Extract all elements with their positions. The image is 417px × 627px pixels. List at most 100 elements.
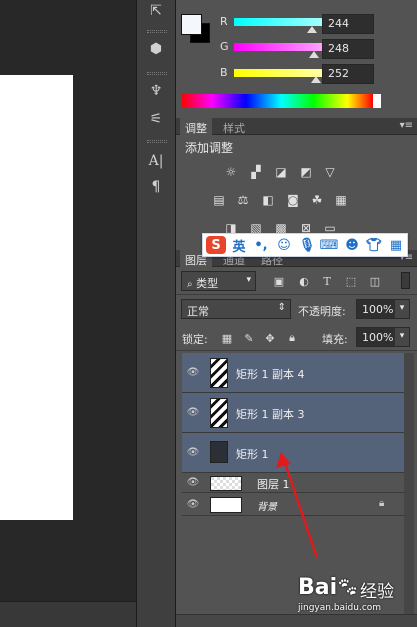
chevron-down-icon[interactable]: ▾ [395,328,409,346]
adjustments-tab-bar: 调整 样式 ▾≡ [176,118,417,135]
red-label: R [220,15,228,28]
curves-icon[interactable]: ◪ [272,164,290,180]
baidu-jingyan-watermark: Bai 🐾︎ 经验 jingyan.baidu.com [298,575,408,615]
fill-value: 100% [362,331,394,344]
filter-pixel-icon[interactable]: ▣ [272,274,286,288]
black-white-icon[interactable]: ◧ [259,192,277,208]
filter-toggle[interactable] [401,272,410,289]
chevron-down-icon[interactable]: ▾ [395,300,409,318]
divider [176,294,417,295]
layer-name: 矩形 1 副本 4 [236,368,305,381]
lock-transparency-icon[interactable]: ▦ [220,331,234,345]
paragraph-icon[interactable]: ¶ [143,176,169,198]
levels-icon[interactable]: ▞ [247,164,265,180]
dock-grip[interactable] [147,72,167,75]
blue-label: B [220,66,228,79]
microphone-icon[interactable]: 🎙︎ [299,237,316,253]
chevron-down-icon: ▾ [246,275,251,285]
opacity-value: 100% [362,303,394,316]
layer-thumbnail [210,358,228,388]
panel-menu-icon[interactable]: ▾≡ [400,120,413,131]
filter-type-icon[interactable]: T [320,274,334,288]
opacity-label: 不透明度: [298,305,346,318]
layer-thumbnail [210,398,228,428]
divider [176,350,417,351]
blue-value-field[interactable]: 252 [322,64,374,84]
layers-footer-bar [176,614,417,627]
emoji-icon[interactable]: ☺ [276,237,292,253]
arrow-head [276,452,291,468]
sogou-logo-icon[interactable]: S [206,236,226,254]
green-value-field[interactable]: 248 [322,39,374,59]
fill-field[interactable]: 100% ▾ [356,327,410,347]
character-icon[interactable]: A| [143,150,169,172]
hue-saturation-icon[interactable]: ▤ [210,192,228,208]
green-label: G [220,40,229,53]
updown-icon: ⇕ [277,302,286,313]
brush-icon[interactable]: ♆ [143,80,169,102]
red-value-field[interactable]: 244 [322,14,374,34]
color-balance-icon[interactable]: ⚖ [234,192,252,208]
layer-name: 矩形 1 副本 3 [236,408,305,421]
tab-adjustments[interactable]: 调整 [180,118,212,135]
annotation-arrow [276,452,319,559]
brightness-icon[interactable]: ☼ [222,164,240,180]
dock-grip[interactable] [147,30,167,33]
dock-grip[interactable] [147,140,167,143]
filter-adjustment-icon[interactable]: ◐ [297,274,311,288]
user-icon[interactable]: ☻ [344,237,360,253]
history-icon[interactable]: ⇱ [143,0,169,22]
blend-mode-value: 正常 [187,305,209,318]
toolbox-icon[interactable]: ▦ [388,237,404,253]
canvas-status-bar [0,601,136,627]
vibrance-icon[interactable]: ▽ [321,164,339,180]
lock-icon: 🔒︎ [379,498,385,509]
watermark-brand2: 经验 [360,582,394,602]
document-canvas[interactable] [0,75,73,520]
panel-dock-icons: ⇱ ⬢ ♆ ⚟ A| ¶ [136,0,176,627]
canvas-area[interactable] [0,0,136,627]
opacity-field[interactable]: 100% ▾ [356,299,410,319]
3d-icon[interactable]: ⬢ [143,38,169,60]
filter-shape-icon[interactable]: ⬚ [344,274,358,288]
skin-icon[interactable]: 👕︎ [366,237,383,253]
exposure-icon[interactable]: ◩ [297,164,315,180]
eye-icon[interactable]: 👁︎ [182,494,204,515]
paw-icon: 🐾︎ [336,577,359,598]
layer-name: 矩形 1 [236,448,269,461]
lock-all-icon[interactable]: 🔒︎ [285,331,299,345]
layer-filter-dropdown[interactable]: ⌕ 类型 ▾ [181,271,256,291]
lock-position-icon[interactable]: ✥ [263,331,277,345]
punctuation-icon[interactable]: •, [253,237,269,253]
lock-pixels-icon[interactable]: ✎ [242,331,256,345]
eye-icon[interactable]: 👁︎ [182,433,204,472]
green-slider-thumb[interactable] [309,51,319,58]
blue-slider-thumb[interactable] [311,76,321,83]
watermark-url: jingyan.baidu.com [298,603,382,613]
filter-kind-label: 类型 [196,277,219,290]
filter-smart-object-icon[interactable]: ◫ [368,274,382,288]
blend-mode-dropdown[interactable]: 正常 ⇕ [181,299,291,319]
layer-row[interactable]: 👁︎ 矩形 1 副本 3 [182,393,404,433]
photo-filter-icon[interactable]: ◙ [284,192,302,208]
brush-presets-icon[interactable]: ⚟ [143,108,169,130]
channel-mixer-icon[interactable]: ☘ [308,192,326,208]
eye-icon[interactable]: 👁︎ [182,473,204,492]
red-slider-thumb[interactable] [307,26,317,33]
keyboard-icon[interactable]: ⌨ [320,237,339,253]
ime-mode-label[interactable]: 英 [231,237,247,255]
eye-icon[interactable]: 👁︎ [182,353,204,392]
color-spectrum-ramp[interactable] [182,94,381,108]
search-icon: ⌕ [187,279,193,290]
eye-icon[interactable]: 👁︎ [182,393,204,432]
color-lookup-icon[interactable]: ▦ [332,192,350,208]
layer-thumbnail [210,476,242,491]
watermark-brand: Bai [298,575,338,600]
layer-row[interactable]: 👁︎ 矩形 1 副本 4 [182,353,404,393]
arrow-shaft [282,459,319,559]
layer-thumbnail [210,441,228,463]
foreground-color-swatch[interactable] [181,14,202,35]
fill-label: 填充: [322,333,348,346]
tab-styles[interactable]: 样式 [218,118,250,135]
add-adjustment-heading: 添加调整 [185,141,234,155]
